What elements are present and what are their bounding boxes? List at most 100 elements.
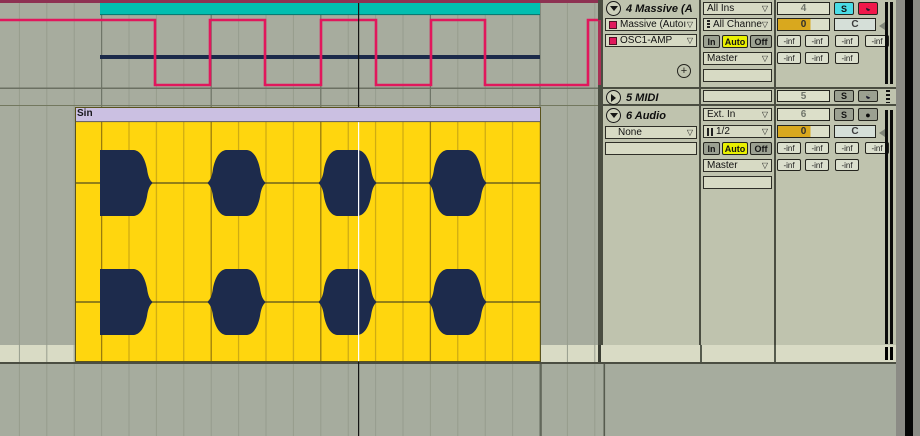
dropdown-arrow-icon: ▽ — [761, 160, 768, 170]
send-c-field[interactable]: -inf — [835, 142, 859, 154]
send-f-field[interactable]: -inf — [805, 52, 829, 64]
track4-input-chooser[interactable]: All Ins ▽ — [703, 2, 772, 15]
scrollbar-gutter — [896, 0, 905, 436]
track-name: 6 Audio — [626, 109, 666, 122]
track4-device-chooser[interactable]: Massive (Autoı ▽ — [605, 18, 697, 31]
automation-envelope-edge — [598, 20, 601, 85]
solo-button[interactable]: S — [834, 2, 854, 15]
send-g-field[interactable]: -inf — [835, 52, 859, 64]
monitor-off-button[interactable]: Off — [750, 35, 772, 48]
track5-mixer-column: 5 S ◑ — [776, 89, 896, 104]
monitor-off-button[interactable]: Off — [750, 142, 772, 155]
track5-title[interactable]: 5 MIDI — [606, 90, 698, 105]
level-meter — [885, 2, 888, 84]
track4-extra-box[interactable] — [703, 69, 772, 82]
dropdown-arrow-icon: ▽ — [761, 3, 768, 13]
track-activator[interactable]: 4 — [777, 2, 830, 15]
level-meter — [890, 2, 893, 84]
track4-name-column: 4 Massive (A Massive (Autoı ▽ OSC1-AMP ▽… — [603, 0, 699, 87]
track-panel-6: 6 Audio None ▽ Ext. In ▽ 1/2 ▽ In Auto O… — [598, 106, 896, 346]
playhead-in-clip — [358, 122, 360, 361]
arm-button[interactable]: ● — [858, 108, 878, 121]
track4-routing-column: All Ins ▽ All Channe ▽ In Auto Off Maste… — [701, 0, 774, 87]
dropdown-arrow-icon: ▽ — [761, 19, 768, 29]
pause-bars-icon — [885, 347, 888, 360]
monitor-auto-button[interactable]: Auto — [722, 142, 748, 155]
audio-clip-title-bar[interactable] — [75, 107, 541, 122]
level-meter — [886, 90, 890, 103]
monitor-in-button[interactable]: In — [703, 35, 720, 48]
fold-arrow-icon[interactable] — [606, 1, 621, 16]
track-activator[interactable]: 5 — [777, 90, 830, 102]
track4-mixer-column: 4 S ◑ 0 C -inf -inf -inf -inf -inf -inf … — [776, 0, 896, 87]
level-meter — [890, 110, 893, 344]
send-b-field[interactable]: -inf — [805, 35, 829, 47]
track6-input-device-chooser[interactable]: None ▽ — [605, 126, 697, 139]
send-e-field[interactable]: -inf — [777, 159, 801, 171]
midi-clip[interactable] — [100, 3, 540, 15]
add-automation-lane-button[interactable]: + — [677, 64, 691, 78]
solo-button[interactable]: S — [834, 90, 854, 102]
track4-output-chooser[interactable]: Master ▽ — [703, 52, 772, 65]
track4-channel-chooser[interactable]: All Channe ▽ — [703, 18, 772, 31]
track6-name-column: 6 Audio None ▽ — [603, 106, 699, 346]
track-name: 5 MIDI — [626, 91, 659, 104]
send-a-field[interactable]: -inf — [777, 142, 801, 154]
track-activator[interactable]: 6 — [777, 108, 830, 121]
track5-routing-column — [701, 89, 774, 104]
dropdown-arrow-icon: ▽ — [686, 35, 693, 45]
footer-divider — [700, 345, 702, 362]
footer-divider — [774, 345, 776, 362]
track6-channel-chooser[interactable]: 1/2 ▽ — [703, 125, 772, 138]
track5-extra-box[interactable] — [703, 90, 772, 102]
unfold-arrow-icon[interactable] — [606, 90, 621, 105]
record-arm-icon: ◑ — [861, 90, 875, 102]
dropdown-arrow-icon: ▽ — [686, 127, 693, 137]
dropdown-arrow-icon: ▽ — [686, 19, 693, 29]
track4-param-chooser[interactable]: OSC1-AMP ▽ — [605, 34, 697, 47]
send-c-field[interactable]: -inf — [835, 35, 859, 47]
volume-field[interactable]: 0 — [777, 18, 830, 31]
send-b-field[interactable]: -inf — [805, 142, 829, 154]
arm-button[interactable]: ◑ — [858, 90, 878, 102]
track-panel-4: 4 Massive (A Massive (Autoı ▽ OSC1-AMP ▽… — [598, 0, 896, 87]
clip-above-edge — [0, 0, 598, 3]
audio-clip-label: Sin — [77, 108, 93, 119]
fold-arrow-icon[interactable] — [606, 108, 621, 123]
record-arm-icon: ◑ — [861, 3, 875, 14]
send-f-field[interactable]: -inf — [805, 159, 829, 171]
track-panel-5: 5 MIDI 5 S ◑ — [598, 89, 896, 105]
monitor-in-button[interactable]: In — [703, 142, 720, 155]
track6-mixer-column: 6 S ● 0 C -inf -inf -inf -inf -inf -inf … — [776, 106, 896, 346]
automation-led-icon — [609, 20, 617, 29]
track6-title[interactable]: 6 Audio — [606, 108, 698, 123]
send-e-field[interactable]: -inf — [777, 52, 801, 64]
level-meter — [885, 110, 888, 344]
track6-input-chooser[interactable]: Ext. In ▽ — [703, 108, 772, 121]
record-arm-icon: ● — [865, 109, 871, 120]
track6-extra-box[interactable] — [605, 142, 697, 155]
midi-channel-icon — [707, 20, 710, 29]
track4-title[interactable]: 4 Massive (A — [606, 1, 698, 16]
send-g-field[interactable]: -inf — [835, 159, 859, 171]
dropdown-arrow-icon: ▽ — [761, 126, 768, 136]
panel-footer-strip — [598, 345, 896, 362]
ableton-arrangement-view: Sin 4 Massive (A Massive (Autoı ▽ OSC1-A… — [0, 0, 920, 436]
track-panel-area: 4 Massive (A Massive (Autoı ▽ OSC1-AMP ▽… — [598, 0, 896, 346]
solo-button[interactable]: S — [834, 108, 854, 121]
pan-field[interactable]: C — [834, 18, 876, 31]
scrollbar-track[interactable] — [905, 0, 913, 436]
stereo-pair-icon — [707, 127, 713, 136]
track6-output-chooser[interactable]: Master ▽ — [703, 159, 772, 172]
audio-clip[interactable] — [75, 107, 541, 362]
pan-field[interactable]: C — [834, 125, 876, 138]
send-a-field[interactable]: -inf — [777, 35, 801, 47]
arm-button[interactable]: ◑ — [858, 2, 878, 15]
track-name: 4 Massive (A — [626, 2, 693, 15]
automation-led-icon — [609, 36, 617, 45]
track5-name-column: 5 MIDI — [603, 89, 699, 105]
monitor-auto-button[interactable]: Auto — [722, 35, 748, 48]
pause-bars-icon — [890, 347, 893, 360]
track6-extra-box[interactable] — [703, 176, 772, 189]
volume-field[interactable]: 0 — [777, 125, 830, 138]
